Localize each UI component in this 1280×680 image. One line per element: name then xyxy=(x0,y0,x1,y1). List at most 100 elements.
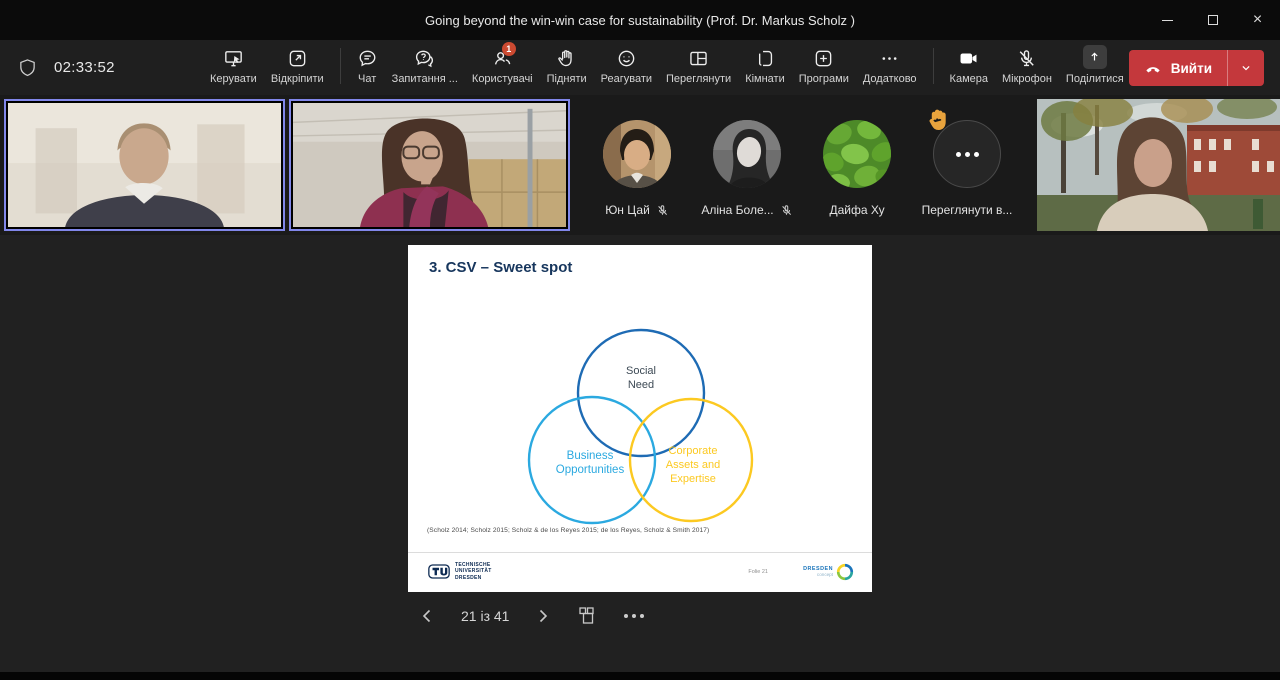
thumbnails-icon xyxy=(577,606,597,626)
microphone-label: Мікрофон xyxy=(1002,73,1052,85)
microphone-button[interactable]: Мікрофон xyxy=(995,47,1059,85)
mic-off-icon xyxy=(1016,47,1037,69)
leave-options-button[interactable] xyxy=(1228,50,1264,86)
raise-hand-button[interactable]: Підняти xyxy=(540,47,594,85)
qa-button[interactable]: Запитання ... xyxy=(385,47,465,85)
apps-label: Програми xyxy=(799,73,849,85)
toolbar-divider xyxy=(933,48,934,84)
toolbar-buttons: Керувати Відкріпити Чат Запитання ... 1 xyxy=(203,40,1131,95)
participant-yun-tsai[interactable]: Юн Цай xyxy=(582,120,692,217)
video-tile-speaker-2[interactable] xyxy=(289,99,570,231)
venn-label-business-2: Opportunities xyxy=(556,464,625,476)
avatar xyxy=(603,120,671,188)
leave-button-group: Вийти xyxy=(1129,50,1264,86)
slide-citation: (Scholz 2014; Scholz 2015; Scholz & de l… xyxy=(427,527,709,534)
meeting-timer: 02:33:52 xyxy=(54,59,115,76)
toolbar-divider xyxy=(340,48,341,84)
venn-circle-social xyxy=(578,330,704,456)
previous-slide-button[interactable] xyxy=(420,608,434,624)
participant-name: Аліна Боле... xyxy=(701,203,773,217)
dot xyxy=(624,614,628,618)
hangup-icon xyxy=(1144,59,1162,77)
manage-button[interactable]: Керувати xyxy=(203,47,264,85)
participants-button[interactable]: 1 Користувачі xyxy=(465,47,540,85)
more-button[interactable]: Додатково xyxy=(856,47,924,85)
react-label: Реагувати xyxy=(601,73,652,85)
leave-button[interactable]: Вийти xyxy=(1129,50,1227,86)
react-button[interactable]: Реагувати xyxy=(594,47,659,85)
maximize-icon xyxy=(1208,15,1218,25)
more-label: Додатково xyxy=(863,73,917,85)
dresden-concept-logo: DRESDEN concept xyxy=(803,563,854,581)
venn-label-corporate-1: Corporate xyxy=(669,445,718,457)
monitor-cursor-icon xyxy=(223,47,244,69)
unpin-button[interactable]: Відкріпити xyxy=(264,47,331,85)
slide-position: 21 із 41 xyxy=(461,608,509,624)
video-frame-woman-outdoors xyxy=(1037,99,1280,231)
window-titlebar: Going beyond the win-win case for sustai… xyxy=(0,0,1280,40)
people-icon: 1 xyxy=(492,47,513,69)
slide-more-options-button[interactable] xyxy=(624,614,644,618)
camera-button[interactable]: Камера xyxy=(943,47,995,85)
apps-button[interactable]: Програми xyxy=(792,47,856,85)
qa-label: Запитання ... xyxy=(392,73,458,85)
concept-line: concept xyxy=(803,572,833,578)
participant-name: Переглянути в... xyxy=(922,203,1013,217)
more-participants-circle xyxy=(933,120,1001,188)
video-tile-self[interactable] xyxy=(1037,99,1280,231)
manage-label: Керувати xyxy=(210,73,257,85)
tu-org-line: DRESDEN xyxy=(455,575,492,581)
overflow-participants[interactable]: Переглянути в... xyxy=(912,120,1022,217)
venn-label-social-2: Need xyxy=(628,379,654,391)
video-tile-speaker-1[interactable] xyxy=(4,99,285,231)
rooms-button[interactable]: Кімнати xyxy=(738,47,792,85)
close-icon: × xyxy=(1253,12,1262,28)
share-icon xyxy=(1083,47,1107,69)
participant-name: Дайфа Ху xyxy=(829,203,884,217)
raise-hand-label: Підняти xyxy=(547,73,587,85)
chevron-right-icon xyxy=(536,608,550,624)
share-button[interactable]: Поділитися xyxy=(1059,47,1131,85)
dot xyxy=(974,152,979,157)
minimize-button[interactable] xyxy=(1145,0,1190,40)
venn-label-business-1: Business xyxy=(567,450,614,462)
minimize-icon xyxy=(1162,20,1173,21)
participant-name: Юн Цай xyxy=(605,203,650,217)
avatar xyxy=(713,120,781,188)
participants-badge: 1 xyxy=(502,42,516,56)
raise-hand-icon xyxy=(556,47,577,69)
question-bubble-icon xyxy=(414,47,435,69)
meeting-toolbar: 02:33:52 Керувати Відкріпити Чат xyxy=(0,40,1280,95)
maximize-button[interactable] xyxy=(1190,0,1235,40)
close-button[interactable]: × xyxy=(1235,0,1280,40)
participant-alina[interactable]: Аліна Боле... xyxy=(692,120,802,217)
video-feed xyxy=(293,103,566,227)
presentation-stage: 3. CSV – Sweet spot Social Need Business… xyxy=(0,235,1280,672)
chat-label: Чат xyxy=(358,73,376,85)
slide-footer: TECHNISCHE UNIVERSITÄT DRESDEN Folie 21 … xyxy=(408,552,872,592)
video-frame-woman-glasses xyxy=(293,103,566,227)
shield-icon xyxy=(18,58,37,77)
unpin-label: Відкріпити xyxy=(271,73,324,85)
venn-label-social-1: Social xyxy=(626,365,656,377)
video-feed xyxy=(1037,99,1280,231)
more-dots-icon xyxy=(879,47,900,69)
avatar-row: Юн Цай Аліна Боле... xyxy=(582,120,1022,217)
next-slide-button[interactable] xyxy=(536,608,550,624)
apps-plus-icon xyxy=(813,47,834,69)
tu-org-line: UNIVERSITÄT xyxy=(455,568,492,574)
avatar-photo-man xyxy=(603,120,671,188)
slide[interactable]: 3. CSV – Sweet spot Social Need Business… xyxy=(408,245,872,592)
chat-button[interactable]: Чат xyxy=(350,47,385,85)
camera-icon xyxy=(958,47,979,69)
slide-sorter-button[interactable] xyxy=(577,606,597,626)
camera-label: Камера xyxy=(950,73,988,85)
dot xyxy=(632,614,636,618)
smiley-icon xyxy=(616,47,637,69)
view-button[interactable]: Переглянути xyxy=(659,47,738,85)
meeting-info: 02:33:52 xyxy=(18,40,115,95)
bottom-strip xyxy=(0,672,1280,680)
slide-navigation: 21 із 41 xyxy=(420,606,644,626)
venn-label-corporate-2: Assets and xyxy=(666,459,720,471)
participant-daifa[interactable]: Дайфа Ху xyxy=(802,120,912,217)
